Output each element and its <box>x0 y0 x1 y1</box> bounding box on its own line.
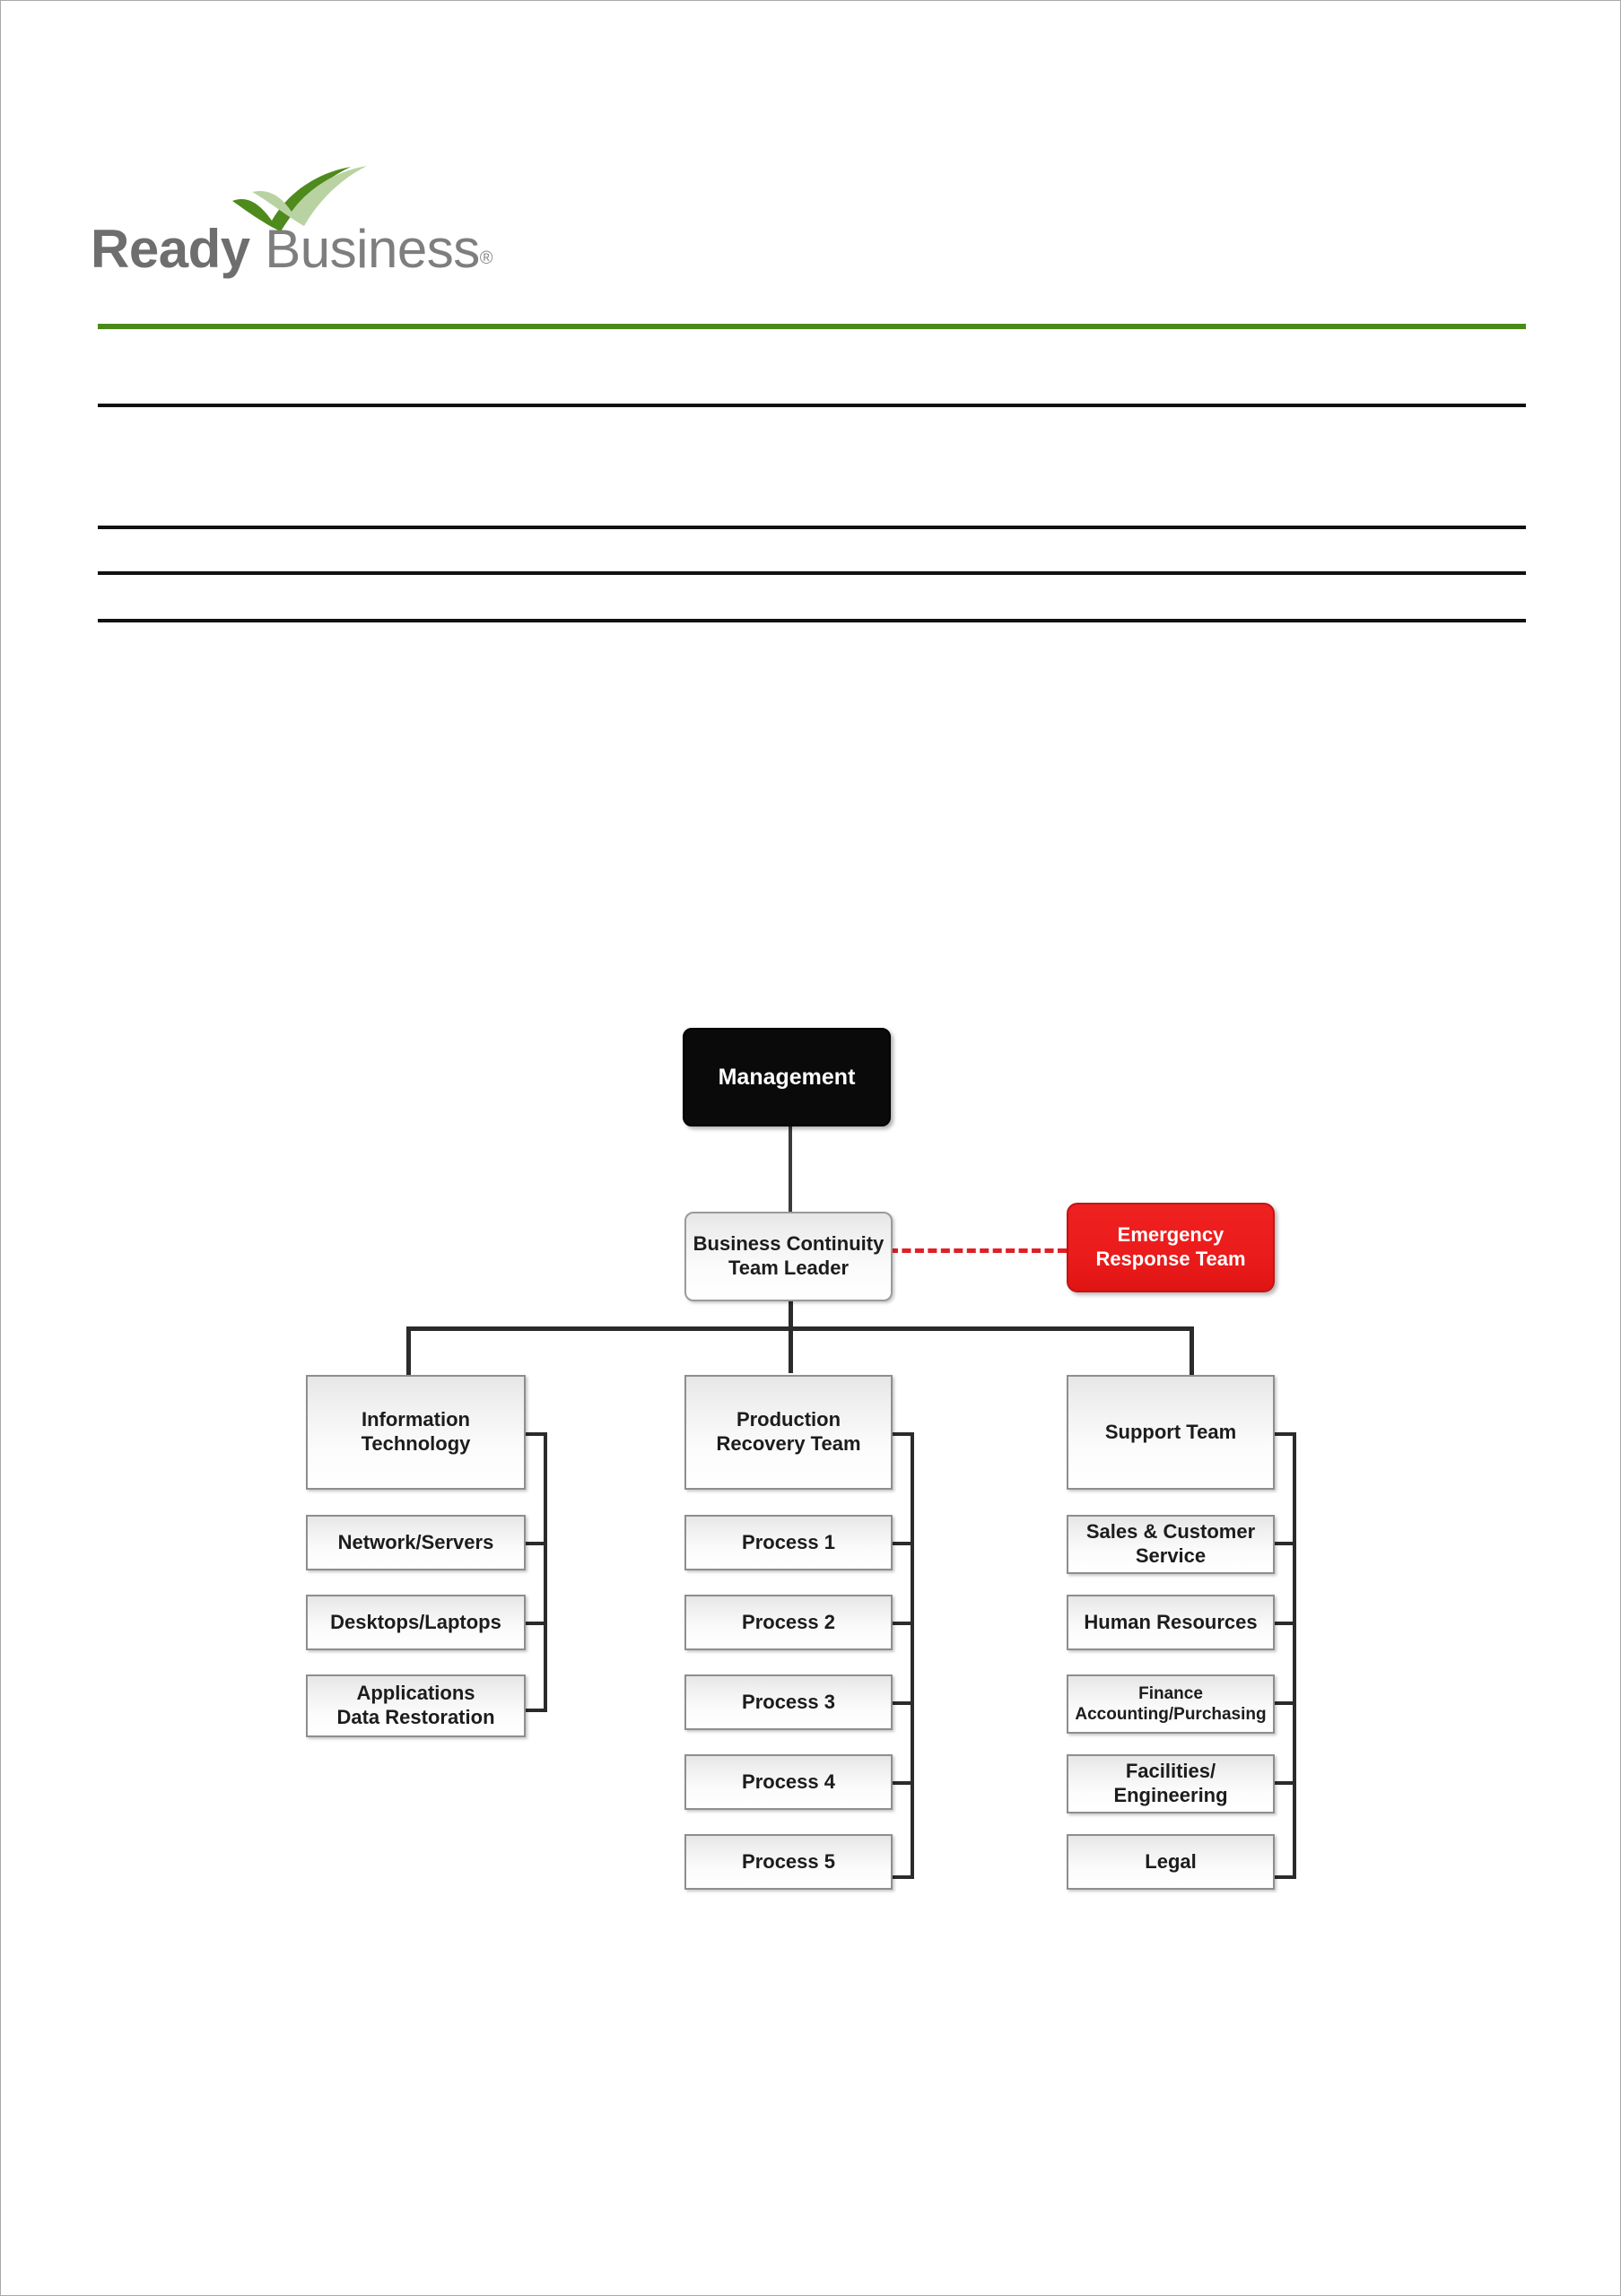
node-emergency-response-team[interactable]: Emergency Response Team <box>1067 1203 1275 1292</box>
node-information-technology-label: Information Technology <box>361 1408 471 1455</box>
connector-horizontal-bus <box>406 1326 1194 1331</box>
node-process-2[interactable]: Process 2 <box>684 1595 893 1650</box>
node-legal-label: Legal <box>1145 1849 1197 1873</box>
node-human-resources-label: Human Resources <box>1084 1610 1258 1633</box>
node-information-technology[interactable]: Information Technology <box>306 1375 526 1490</box>
node-desktops-laptops[interactable]: Desktops/Laptops <box>306 1595 526 1650</box>
node-applications-data-restoration[interactable]: Applications Data Restoration <box>306 1674 526 1737</box>
node-process-4-label: Process 4 <box>742 1770 835 1793</box>
bracket-support-team <box>1275 1432 1296 1879</box>
node-process-5[interactable]: Process 5 <box>684 1834 893 1890</box>
node-support-team-label: Support Team <box>1104 1420 1237 1443</box>
node-team-leader-label: Business Continuity Team Leader <box>693 1232 885 1279</box>
bracket-tick-process-1 <box>893 1542 914 1545</box>
bracket-information-technology <box>526 1432 547 1712</box>
connector-drop-support-team <box>1190 1326 1194 1377</box>
connector-management-to-leader <box>789 1126 792 1212</box>
bracket-tick-facilities-engineering <box>1275 1781 1296 1785</box>
node-emergency-response-label: Emergency Response Team <box>1095 1223 1246 1270</box>
node-process-1-label: Process 1 <box>742 1530 835 1553</box>
node-facilities-engineering-label: Facilities/ Engineering <box>1113 1760 1228 1806</box>
bracket-tick-process-3 <box>893 1701 914 1705</box>
connector-drop-information-technology <box>406 1326 411 1377</box>
bracket-tick-desktops-laptops <box>526 1622 547 1625</box>
bracket-tick-process-4 <box>893 1781 914 1785</box>
node-finance-accounting-purchasing[interactable]: Finance Accounting/Purchasing <box>1067 1674 1275 1734</box>
node-business-continuity-team-leader[interactable]: Business Continuity Team Leader <box>684 1212 893 1301</box>
bracket-tick-network-servers <box>526 1542 547 1545</box>
node-legal[interactable]: Legal <box>1067 1834 1275 1890</box>
node-facilities-engineering[interactable]: Facilities/ Engineering <box>1067 1754 1275 1813</box>
node-process-2-label: Process 2 <box>742 1610 835 1633</box>
node-human-resources[interactable]: Human Resources <box>1067 1595 1275 1650</box>
bracket-tick-human-resources <box>1275 1622 1296 1625</box>
node-desktops-laptops-label: Desktops/Laptops <box>330 1610 501 1633</box>
node-production-recovery-team[interactable]: Production Recovery Team <box>684 1375 893 1490</box>
node-process-3[interactable]: Process 3 <box>684 1674 893 1730</box>
document-page: Ready Business® Management Business Cont… <box>0 0 1621 2296</box>
node-applications-data-restoration-label: Applications Data Restoration <box>336 1682 495 1728</box>
node-network-servers-label: Network/Servers <box>337 1530 494 1553</box>
node-process-5-label: Process 5 <box>742 1849 835 1873</box>
node-management-label: Management <box>718 1064 856 1090</box>
bracket-tick-process-2 <box>893 1622 914 1625</box>
bracket-tick-sales-customer-service <box>1275 1542 1296 1545</box>
node-network-servers[interactable]: Network/Servers <box>306 1515 526 1570</box>
node-sales-customer-service[interactable]: Sales & Customer Service <box>1067 1515 1275 1574</box>
node-process-4[interactable]: Process 4 <box>684 1754 893 1810</box>
bracket-tick-finance-accounting-purchasing <box>1275 1701 1296 1705</box>
node-support-team[interactable]: Support Team <box>1067 1375 1275 1490</box>
node-production-recovery-team-label: Production Recovery Team <box>716 1408 861 1455</box>
bracket-production-recovery-team <box>893 1432 914 1879</box>
node-process-1[interactable]: Process 1 <box>684 1515 893 1570</box>
node-management[interactable]: Management <box>683 1028 891 1126</box>
node-sales-customer-service-label: Sales & Customer Service <box>1085 1520 1256 1567</box>
node-process-3-label: Process 3 <box>742 1690 835 1713</box>
connector-leader-stem <box>789 1301 793 1373</box>
org-chart: Management Business Continuity Team Lead… <box>1 1 1620 2295</box>
node-finance-accounting-purchasing-label: Finance Accounting/Purchasing <box>1075 1683 1267 1724</box>
connector-dashed-emergency-response <box>889 1248 1067 1253</box>
